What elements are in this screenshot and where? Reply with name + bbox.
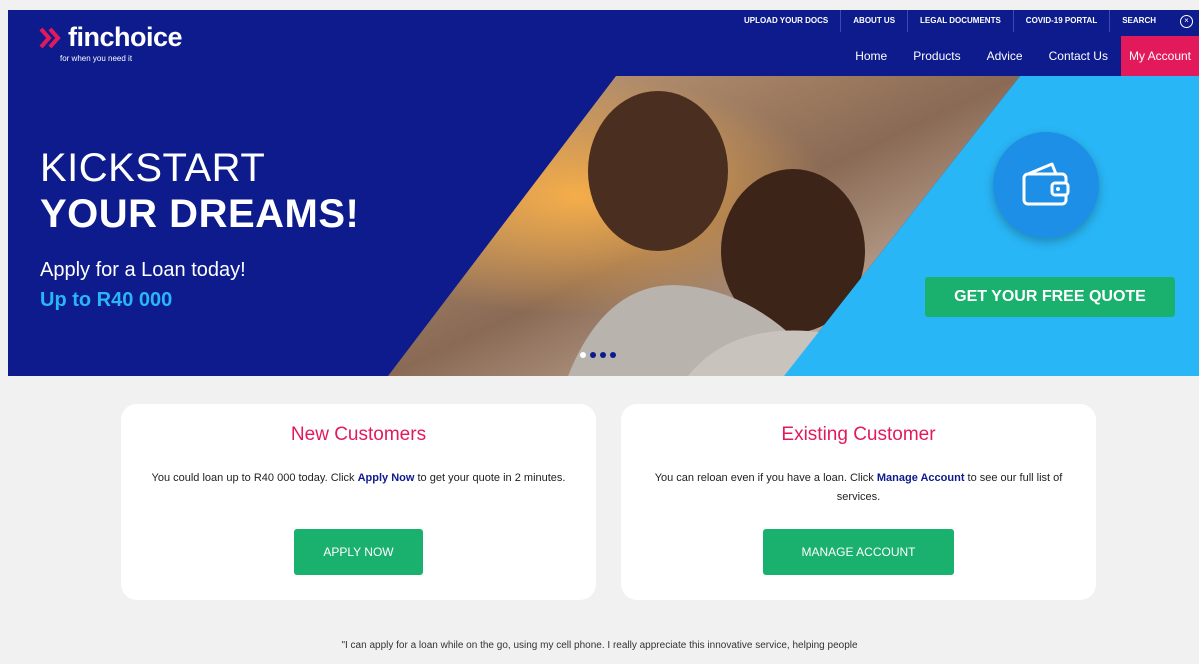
new-customers-text: You could loan up to R40 000 today. Clic…: [145, 469, 572, 488]
hero-banner: KICKSTART YOUR DREAMS! Apply for a Loan …: [8, 76, 1199, 376]
nav-my-account[interactable]: My Account: [1120, 36, 1199, 76]
existing-customer-text-bold: Manage Account: [876, 472, 965, 484]
new-customers-text-bold: Apply Now: [357, 472, 415, 484]
hero-headline-line1: KICKSTART: [40, 146, 266, 190]
nav-advice[interactable]: Advice: [974, 36, 1036, 76]
upload-docs-link[interactable]: UPLOAD YOUR DOCS: [732, 10, 842, 32]
about-us-link[interactable]: ABOUT US: [841, 10, 909, 32]
new-customers-title: New Customers: [290, 424, 427, 445]
free-quote-button[interactable]: GET YOUR FREE QUOTE: [925, 277, 1175, 317]
nav-contact-us[interactable]: Contact Us: [1036, 36, 1121, 76]
utility-nav: UPLOAD YOUR DOCS ABOUT US LEGAL DOCUMENT…: [732, 10, 1199, 32]
carousel-dot[interactable]: [580, 352, 586, 358]
hero-subtitle: Apply for a Loan today!: [40, 259, 246, 281]
logo-wordmark: finchoice: [68, 22, 183, 52]
new-customers-text-part: You could loan up to R40 000 today. Clic…: [151, 472, 358, 484]
close-icon[interactable]: ×: [1180, 14, 1193, 28]
nav-products[interactable]: Products: [900, 36, 973, 76]
carousel-dot[interactable]: [610, 352, 616, 358]
chevron-right-double-icon: [39, 27, 61, 48]
hero-amount: Up to R40 000: [40, 289, 173, 311]
existing-customer-text-part: You can reloan even if you have a loan. …: [654, 472, 877, 484]
new-customers-text-part: to get your quote in 2 minutes.: [414, 472, 566, 484]
covid-portal-link[interactable]: COVID-19 PORTAL: [1014, 10, 1111, 32]
wallet-icon: [1022, 162, 1070, 206]
carousel-dot[interactable]: [590, 352, 596, 358]
existing-customer-card: Existing Customer You can reloan even if…: [621, 404, 1096, 600]
nav-home[interactable]: Home: [842, 36, 900, 76]
wallet-badge: [993, 132, 1099, 238]
manage-account-button[interactable]: MANAGE ACCOUNT: [763, 529, 954, 575]
logo[interactable]: finchoice: [38, 22, 183, 53]
search-link[interactable]: SEARCH: [1110, 10, 1168, 32]
legal-documents-link[interactable]: LEGAL DOCUMENTS: [908, 10, 1014, 32]
apply-now-button[interactable]: APPLY NOW: [294, 529, 423, 575]
testimonial-quote: "I can apply for a loan while on the go,…: [341, 640, 858, 651]
existing-customer-title: Existing Customer: [781, 424, 936, 445]
new-customers-card: New Customers You could loan up to R40 0…: [121, 404, 596, 600]
carousel-dots: [580, 352, 616, 358]
hero-headline-line2: YOUR DREAMS!: [40, 192, 360, 236]
main-nav: Home Products Advice Contact Us My Accou…: [842, 36, 1199, 76]
existing-customer-text: You can reloan even if you have a loan. …: [645, 469, 1072, 507]
carousel-dot[interactable]: [600, 352, 606, 358]
site-header: finchoice for when you need it UPLOAD YO…: [8, 10, 1199, 76]
logo-tagline: for when you need it: [60, 54, 133, 63]
